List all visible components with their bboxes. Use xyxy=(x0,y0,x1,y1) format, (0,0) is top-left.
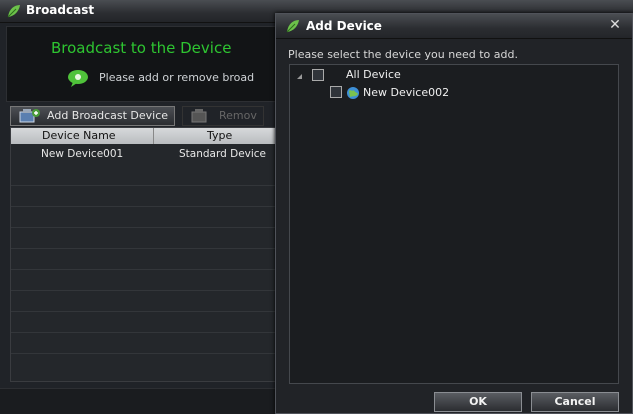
add-broadcast-device-label: Add Broadcast Device xyxy=(47,109,169,122)
tree-expander-icon[interactable] xyxy=(297,74,302,79)
speech-bubble-icon xyxy=(68,70,88,87)
broadcast-heading: Broadcast to the Device xyxy=(51,39,232,57)
leaf-logo-icon xyxy=(286,20,299,33)
broadcast-hint-text: Please add or remove broad xyxy=(99,71,255,84)
device-label: New Device002 xyxy=(363,86,450,99)
remove-device-icon xyxy=(191,109,207,123)
add-device-icon xyxy=(19,109,40,123)
all-device-label: All Device xyxy=(346,68,401,81)
device-checkbox[interactable] xyxy=(330,86,342,98)
leaf-logo-icon xyxy=(7,5,20,18)
column-separator[interactable] xyxy=(153,128,154,144)
device-tree: All Device New Device002 xyxy=(289,64,619,384)
ok-button[interactable]: OK xyxy=(434,392,522,412)
column-header-type[interactable]: Type xyxy=(207,129,232,142)
device-type-cell: Standard Device xyxy=(179,148,267,160)
dialog-prompt: Please select the device you need to add… xyxy=(288,48,518,61)
device-name-cell: New Device001 xyxy=(41,148,124,160)
remove-broadcast-device-label: Remov xyxy=(219,109,257,122)
tree-node-device[interactable]: New Device002 xyxy=(290,83,510,101)
close-icon[interactable]: ✕ xyxy=(608,18,622,32)
column-header-device-name[interactable]: Device Name xyxy=(42,129,116,142)
cancel-button[interactable]: Cancel xyxy=(531,392,619,412)
dialog-titlebar[interactable]: Add Device ✕ xyxy=(276,14,632,39)
all-device-checkbox[interactable] xyxy=(312,69,324,81)
add-broadcast-device-button[interactable]: Add Broadcast Device xyxy=(10,106,176,126)
dialog-title: Add Device xyxy=(306,19,382,33)
add-device-dialog: Add Device ✕ Please select the device yo… xyxy=(275,13,633,414)
remove-broadcast-device-button[interactable]: Remov xyxy=(182,106,264,126)
broadcast-window-title: Broadcast xyxy=(26,3,95,17)
tree-node-all-device[interactable]: All Device xyxy=(290,67,490,83)
device-globe-icon xyxy=(347,87,359,99)
